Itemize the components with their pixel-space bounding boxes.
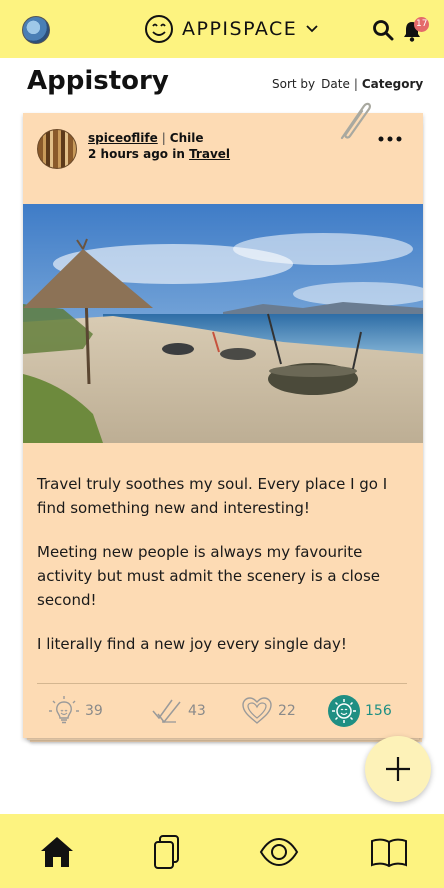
home-icon (41, 837, 73, 867)
more-icon[interactable] (377, 132, 403, 146)
chevron-down-icon (306, 25, 318, 33)
post-paragraph: I literally find a new joy every single … (37, 635, 347, 653)
lightbulb-icon (49, 696, 79, 724)
heart-icon (242, 697, 272, 724)
search-icon[interactable] (372, 19, 394, 41)
brand-name: APPISPACE (182, 18, 298, 40)
author-line: spiceoflife | Chile (88, 131, 203, 145)
post-body: Travel truly soothes my soul. Every plac… (37, 472, 409, 676)
double-check-icon (152, 699, 181, 724)
heart-count: 22 (278, 703, 296, 719)
eye-icon (259, 837, 299, 867)
idea-reaction[interactable]: 39 (47, 694, 103, 728)
joy-sun-icon (328, 695, 360, 727)
nav-cards[interactable] (147, 834, 187, 870)
idea-count: 39 (85, 703, 103, 719)
sort-option-date[interactable]: Date (321, 77, 350, 91)
author-location: Chile (169, 131, 204, 145)
sort-label: Sort by (272, 77, 316, 91)
post-time: 2 hours ago in (88, 147, 185, 161)
nav-library[interactable] (369, 834, 409, 870)
check-count: 43 (188, 703, 206, 719)
plus-icon (386, 757, 410, 781)
post-photo[interactable] (23, 204, 423, 443)
author-name[interactable]: spiceoflife (88, 131, 158, 145)
sort-control: Sort by Date | Category (272, 77, 423, 91)
nav-watch[interactable] (259, 834, 299, 870)
post-paragraph: Travel truly soothes my soul. Every plac… (37, 475, 388, 517)
author-separator: | (161, 131, 166, 145)
card-divider (37, 683, 407, 684)
add-post-button[interactable] (365, 736, 431, 802)
book-icon (371, 838, 407, 868)
joy-reaction[interactable]: 156 (327, 694, 392, 728)
post-paragraph: Meeting new people is always my favourit… (37, 543, 381, 609)
cards-icon (154, 835, 179, 869)
smiley-logo-icon (145, 15, 173, 43)
post-category[interactable]: Travel (189, 147, 230, 161)
page-title: Appistory (27, 66, 169, 96)
bottom-nav (0, 814, 444, 888)
nav-home[interactable] (37, 834, 77, 870)
sort-option-category[interactable]: Category (362, 77, 423, 91)
author-avatar[interactable] (37, 129, 77, 169)
check-reaction[interactable]: 43 (150, 694, 206, 728)
heart-reaction[interactable]: 22 (240, 694, 296, 728)
paperclip-icon (340, 102, 372, 140)
joy-count: 156 (365, 703, 392, 719)
user-avatar[interactable] (22, 16, 50, 44)
sort-separator: | (353, 77, 358, 91)
brand-switcher[interactable]: APPISPACE (144, 14, 319, 44)
post-meta: 2 hours ago in Travel (88, 147, 230, 161)
